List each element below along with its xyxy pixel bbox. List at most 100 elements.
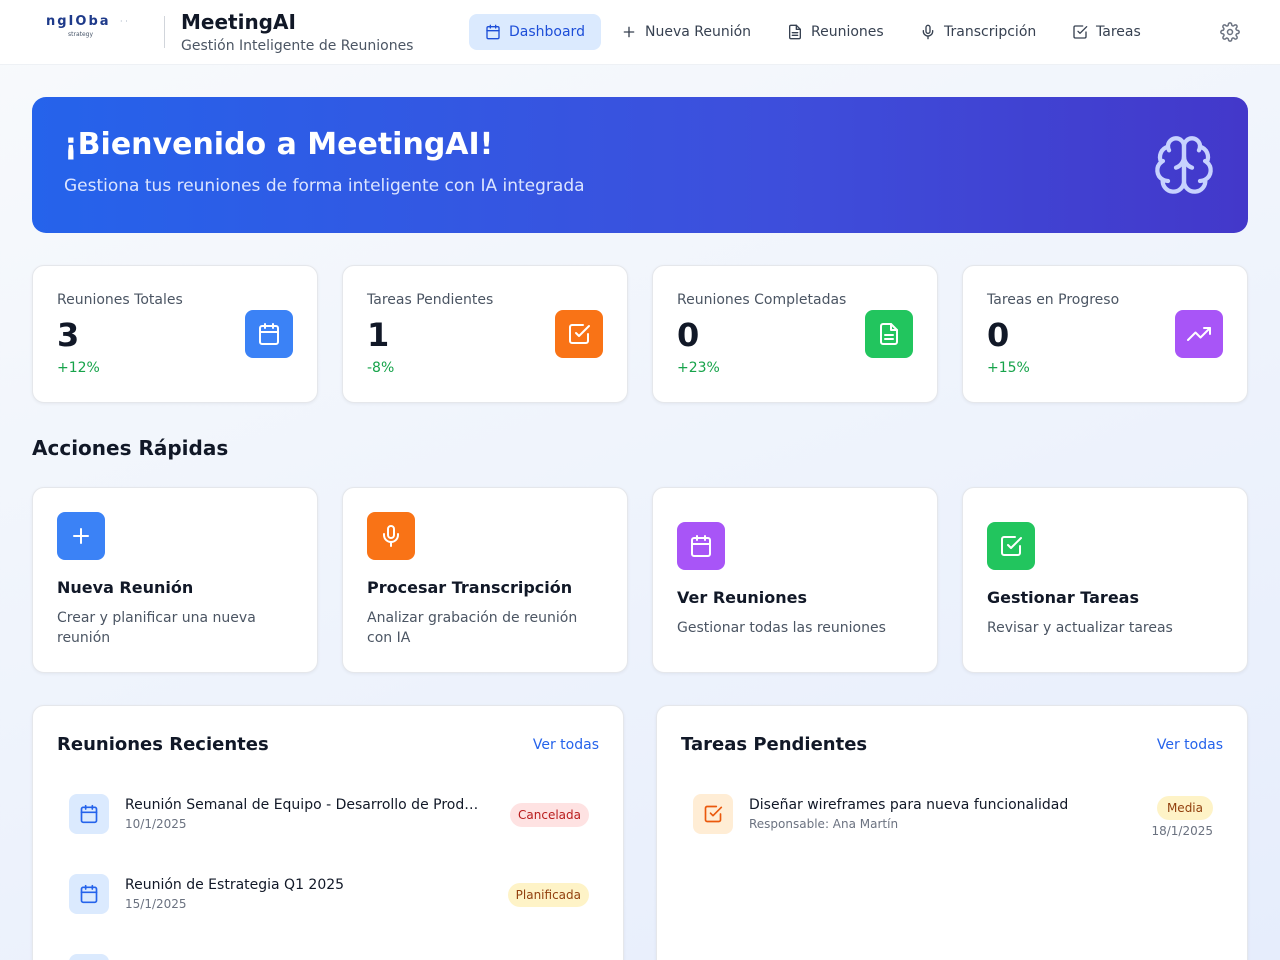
nav-meetings[interactable]: Reuniones xyxy=(771,14,900,50)
stat-value: 0 xyxy=(677,316,700,354)
task-due-date: 18/1/2025 xyxy=(1151,824,1213,838)
microphone-icon xyxy=(922,24,934,40)
task-row[interactable]: Diseñar wireframes para nueva funcionali… xyxy=(681,778,1225,842)
stat-label: Tareas Pendientes xyxy=(367,292,494,308)
task-row-icon-box xyxy=(693,794,733,834)
plus-icon xyxy=(623,26,635,38)
trending-up-icon xyxy=(1187,327,1211,341)
meeting-row-icon-box xyxy=(69,954,109,960)
stat-icon-box xyxy=(555,310,603,358)
stat-value: 0 xyxy=(987,316,1010,354)
action-description: Revisar y actualizar tareas xyxy=(987,620,1173,636)
quick-actions-title: Acciones Rápidas xyxy=(32,436,229,460)
action-description: Gestionar todas las reuniones xyxy=(677,620,886,636)
nav-transcription[interactable]: Transcripción xyxy=(904,14,1052,50)
stat-card-pending-tasks: Tareas Pendientes 1 -8% xyxy=(342,265,628,403)
action-description: Crear y planificar una nueva reunión xyxy=(57,610,256,646)
check-square-icon xyxy=(1073,25,1088,39)
priority-badge: Media xyxy=(1156,796,1213,820)
check-square-icon xyxy=(569,324,590,344)
stat-card-tasks-in-progress: Tareas en Progreso 0 +15% xyxy=(962,265,1248,403)
view-all-meetings-link[interactable]: Ver todas xyxy=(533,737,599,753)
action-icon-box xyxy=(677,522,725,570)
stat-label: Reuniones Totales xyxy=(57,292,183,308)
panel-title: Reuniones Recientes xyxy=(57,734,269,755)
check-square-icon xyxy=(1001,536,1022,556)
stat-icon-box xyxy=(245,310,293,358)
microphone-icon xyxy=(383,525,399,547)
plus-icon xyxy=(73,528,89,544)
action-new-meeting[interactable]: Nueva Reunión Crear y planificar una nue… xyxy=(32,487,318,673)
task-title: Diseñar wireframes para nueva funcionali… xyxy=(749,797,1069,813)
calendar-icon xyxy=(486,24,500,40)
nav-dashboard[interactable]: Dashboard xyxy=(469,14,601,50)
header-divider xyxy=(164,16,165,48)
meeting-row[interactable] xyxy=(57,938,601,960)
app-title: MeetingAI xyxy=(181,10,296,34)
calendar-icon xyxy=(259,323,279,345)
document-icon xyxy=(789,24,801,40)
stat-change: +12% xyxy=(57,360,100,376)
meeting-row[interactable]: Reunión de Estrategia Q1 2025 15/1/2025 … xyxy=(57,858,601,922)
meeting-date: 15/1/2025 xyxy=(125,897,187,911)
action-description: Analizar grabación de reunión con IA xyxy=(367,610,578,646)
calendar-icon xyxy=(80,804,98,824)
action-title: Nueva Reunión xyxy=(57,578,194,597)
action-view-meetings[interactable]: Ver Reuniones Gestionar todas las reunio… xyxy=(652,487,938,673)
meeting-title: Reunión de Estrategia Q1 2025 xyxy=(125,877,345,893)
nav-meetings-label: Reuniones xyxy=(811,24,884,40)
stat-label: Reuniones Completadas xyxy=(677,292,847,308)
welcome-subtitle: Gestiona tus reuniones de forma intelige… xyxy=(64,176,585,196)
nav-transcription-label: Transcripción xyxy=(944,24,1037,40)
status-badge: Cancelada xyxy=(510,803,589,827)
action-title: Ver Reuniones xyxy=(677,588,808,607)
welcome-banner: ¡Bienvenido a MeetingAI! Gestiona tus re… xyxy=(32,97,1248,233)
nav-dashboard-label: Dashboard xyxy=(509,24,585,40)
logo-text: ngIOba xyxy=(46,14,111,29)
task-owner: Responsable: Ana Martín xyxy=(749,817,899,831)
nav-new-meeting-label: Nueva Reunión xyxy=(645,24,752,40)
action-icon-box xyxy=(57,512,105,560)
logo-dots: · · xyxy=(120,17,128,26)
action-title: Gestionar Tareas xyxy=(987,588,1139,607)
calendar-icon xyxy=(691,535,711,557)
stat-card-total-meetings: Reuniones Totales 3 +12% xyxy=(32,265,318,403)
view-all-tasks-link[interactable]: Ver todas xyxy=(1157,737,1223,753)
nav-tasks[interactable]: Tareas xyxy=(1056,14,1157,50)
check-square-icon xyxy=(704,805,723,823)
meeting-row[interactable]: Reunión Semanal de Equipo - Desarrollo d… xyxy=(57,778,601,842)
document-icon xyxy=(880,323,898,345)
brain-icon xyxy=(1155,136,1213,194)
stat-label: Tareas en Progreso xyxy=(987,292,1120,308)
stat-change: -8% xyxy=(367,360,395,376)
stat-card-completed-meetings: Reuniones Completadas 0 +23% xyxy=(652,265,938,403)
meeting-row-icon-box xyxy=(69,874,109,914)
stat-change: +15% xyxy=(987,360,1030,376)
action-icon-box xyxy=(367,512,415,560)
nav-tasks-label: Tareas xyxy=(1096,24,1141,40)
action-manage-tasks[interactable]: Gestionar Tareas Revisar y actualizar ta… xyxy=(962,487,1248,673)
pending-tasks-panel: Tareas Pendientes Ver todas Diseñar wire… xyxy=(656,705,1248,960)
stat-icon-box xyxy=(865,310,913,358)
app-subtitle: Gestión Inteligente de Reuniones xyxy=(181,38,414,54)
company-logo: ngIOba strategy · · xyxy=(46,14,136,44)
meeting-date: 10/1/2025 xyxy=(125,817,187,831)
calendar-icon xyxy=(80,884,98,904)
action-title: Procesar Transcripción xyxy=(367,578,573,597)
stat-change: +23% xyxy=(677,360,720,376)
gear-icon[interactable] xyxy=(1220,22,1240,42)
logo-subtext: strategy xyxy=(68,31,94,38)
status-badge: Planificada xyxy=(507,883,589,907)
recent-meetings-panel: Reuniones Recientes Ver todas Reunión Se… xyxy=(32,705,624,960)
stat-value: 1 xyxy=(367,316,390,354)
top-navigation-bar: ngIOba strategy · · MeetingAI Gestión In… xyxy=(0,0,1280,65)
stat-value: 3 xyxy=(57,316,80,354)
stat-icon-box xyxy=(1175,310,1223,358)
action-icon-box xyxy=(987,522,1035,570)
meeting-title: Reunión Semanal de Equipo - Desarrollo d… xyxy=(125,797,487,813)
meeting-row-icon-box xyxy=(69,794,109,834)
action-process-transcription[interactable]: Procesar Transcripción Analizar grabació… xyxy=(342,487,628,673)
panel-title: Tareas Pendientes xyxy=(681,734,868,755)
welcome-title: ¡Bienvenido a MeetingAI! xyxy=(64,127,494,162)
nav-new-meeting[interactable]: Nueva Reunión xyxy=(605,14,767,50)
